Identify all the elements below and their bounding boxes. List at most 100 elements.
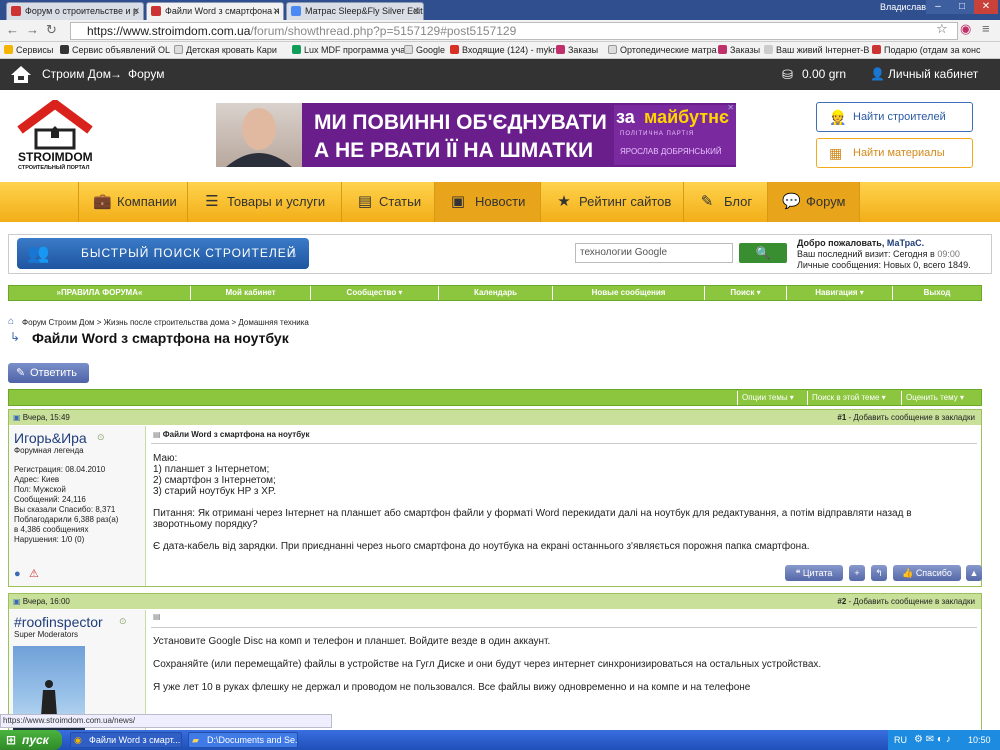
- forum-home-icon[interactable]: ⌂: [8, 316, 14, 327]
- quick-reply-button[interactable]: ↰: [871, 565, 887, 581]
- nav-rating[interactable]: ★ Рейтинг сайтов: [541, 182, 684, 222]
- post-paragraph: Сохраняйте (или перемещайте) файлы в уст…: [153, 659, 822, 670]
- reply-button[interactable]: ✎ Ответить: [8, 363, 89, 383]
- reply-icon: ✎: [16, 367, 26, 379]
- bookmark-item[interactable]: Заказы: [718, 42, 760, 58]
- post-text: Маю: 1) планшет з Інтернетом; 2) смартфо…: [153, 453, 912, 552]
- list-icon: ☰: [205, 193, 219, 210]
- thread-options-menu[interactable]: Опции темы ▾: [737, 391, 794, 405]
- rate-thread-menu[interactable]: Оценить тему ▾: [901, 391, 964, 405]
- site-favicon-icon: [11, 6, 21, 16]
- balance[interactable]: 0.00 grn: [802, 59, 846, 90]
- extension-icon[interactable]: ◉: [960, 21, 971, 37]
- nav-forum[interactable]: 💬 Форум: [768, 182, 860, 222]
- post-body: ▤ Файли Word з смартфона на ноутбук Маю:…: [149, 426, 982, 586]
- banner-brand-name: майбутнє: [644, 107, 729, 127]
- tab-title: Файли Word з смартфона н: [165, 6, 280, 16]
- logout-link[interactable]: Выход: [893, 286, 981, 300]
- calendar-link[interactable]: Календарь: [439, 286, 553, 300]
- clock[interactable]: 10:50: [968, 730, 991, 750]
- tray-icons[interactable]: ⚙ ✉ ◐ ♪: [914, 730, 951, 750]
- post-2: ▣ Вчера, 16:00 #2 - Добавить сообщение в…: [8, 593, 982, 734]
- bookmark-post-link[interactable]: Добавить сообщение в закладки: [853, 597, 975, 606]
- close-window-icon[interactable]: ✕: [974, 0, 998, 14]
- profile-icon[interactable]: ●: [14, 568, 21, 580]
- chrome-icon: ◉: [74, 735, 82, 745]
- close-tab-icon[interactable]: ✕: [412, 3, 420, 19]
- new-messages-link[interactable]: Новые сообщения: [553, 286, 705, 300]
- ad-close-icon[interactable]: ✕: [727, 103, 734, 112]
- forward-icon[interactable]: →: [26, 22, 39, 37]
- thanks-button[interactable]: 👍 Спасибо: [893, 565, 961, 581]
- browser-tab[interactable]: Матрас Sleep&Fly Silver Edit ✕: [286, 2, 424, 20]
- find-builders-button[interactable]: 👷 Найти строителей: [816, 102, 973, 132]
- breadcrumb-forum[interactable]: Форум: [128, 59, 164, 90]
- close-tab-icon[interactable]: ✕: [132, 3, 140, 19]
- cabinet-link[interactable]: Личный кабинет: [888, 59, 978, 90]
- nav-news[interactable]: ▣ Новости: [435, 182, 541, 222]
- start-button[interactable]: ⊞ пуск: [0, 730, 62, 750]
- welcome-user[interactable]: МаТраС.: [887, 238, 924, 248]
- bookmark-item[interactable]: Сервис объявлений OL: [60, 42, 170, 58]
- nav-goods[interactable]: ☰ Товары и услуги: [189, 182, 342, 222]
- bookmark-item[interactable]: Ваш живий Інтернет-В: [764, 42, 869, 58]
- taskbar-item-folder[interactable]: ▰ D:\Documents and Se...: [188, 732, 298, 748]
- browser-user-name[interactable]: Владислав: [880, 0, 926, 14]
- forum-rules-link[interactable]: »ПРАВИЛА ФОРУМА«: [9, 286, 191, 300]
- url-field[interactable]: https://www.stroimdom.com.ua/forum/showt…: [70, 22, 958, 40]
- search-thread-menu[interactable]: Поиск в этой теме ▾: [807, 391, 886, 405]
- private-messages[interactable]: Личные сообщения: Новых 0, всего 1849.: [797, 260, 971, 271]
- quote-button[interactable]: ❝ Цитата: [785, 565, 843, 581]
- bookmark-item[interactable]: Заказы: [556, 42, 598, 58]
- scroll-top-button[interactable]: ▲: [966, 565, 982, 581]
- user-title: Super Moderators: [14, 630, 79, 639]
- report-icon[interactable]: ⚠: [29, 567, 39, 580]
- bookmark-item[interactable]: Google: [404, 42, 445, 58]
- nav-companies[interactable]: 💼 Компании: [78, 182, 188, 222]
- breadcrumb[interactable]: Форум Строим Дом > Жизнь после строитель…: [22, 318, 309, 327]
- google-search-input[interactable]: технологии Google: [575, 243, 733, 263]
- browser-tab-active[interactable]: Файли Word з смартфона н ✕: [146, 2, 284, 20]
- username[interactable]: Игорь&Ира: [14, 430, 87, 446]
- community-menu[interactable]: Сообщество ▾: [311, 286, 439, 300]
- language-indicator[interactable]: RU: [894, 730, 907, 750]
- home-logo-icon[interactable]: [10, 65, 32, 84]
- find-materials-button[interactable]: ▦ Найти материалы: [816, 138, 973, 168]
- multiquote-button[interactable]: +: [849, 565, 865, 581]
- thread-icon: ↳: [10, 330, 21, 344]
- post-permalink[interactable]: #2: [837, 597, 846, 606]
- builder-icon: 👷: [829, 109, 847, 125]
- back-icon[interactable]: ←: [6, 22, 19, 37]
- address-bar: ← → ↻ https://www.stroimdom.com.ua/forum…: [0, 20, 1000, 42]
- bookmark-item[interactable]: Сервисы: [4, 42, 53, 58]
- menu-icon[interactable]: ≡: [982, 21, 990, 36]
- banner-brand: за майбутнє ПОЛІТИЧНА ПАРТІЯ ЯРОСЛАВ ДОБ…: [614, 105, 736, 165]
- stroimdom-logo[interactable]: STROIMDOM СТРОИТЕЛЬНЫЙ ПОРТАЛ: [14, 98, 96, 174]
- bookmark-post-link[interactable]: Добавить сообщение в закладки: [853, 413, 975, 422]
- username[interactable]: #roofinspector: [14, 614, 103, 630]
- post-permalink[interactable]: #1: [837, 413, 846, 422]
- quick-search-builders-button[interactable]: 👥 БЫСТРЫЙ ПОИСК СТРОИТЕЛЕЙ ☝: [17, 238, 309, 269]
- nav-articles[interactable]: ▤ Статьи: [342, 182, 435, 222]
- search-panel: 👥 БЫСТРЫЙ ПОИСК СТРОИТЕЛЕЙ ☝ технологии …: [8, 234, 992, 274]
- breadcrumb-home[interactable]: Строим Дом: [42, 59, 111, 90]
- bookmark-item[interactable]: Входящие (124) - mykr: [450, 42, 556, 58]
- search-menu[interactable]: Поиск ▾: [705, 286, 787, 300]
- google-favicon-icon: [291, 6, 301, 16]
- browser-tab[interactable]: Форум о строительстве и р ✕: [6, 2, 144, 20]
- close-tab-icon[interactable]: ✕: [272, 3, 280, 19]
- nav-blog[interactable]: ✎ Блог: [684, 182, 768, 222]
- my-cabinet-link[interactable]: Мой кабинет: [191, 286, 311, 300]
- reload-icon[interactable]: ↻: [46, 22, 57, 38]
- bookmark-item[interactable]: Детская кровать Кари: [174, 42, 277, 58]
- ad-banner[interactable]: МИ ПОВИННІ ОБ'ЄДНУВАТИ КРАЇНУ, А НЕ РВАТ…: [216, 103, 736, 167]
- bookmark-item[interactable]: Подарю (отдам за конс: [872, 42, 981, 58]
- maximize-icon[interactable]: □: [950, 0, 974, 14]
- taskbar-item-browser[interactable]: ◉ Файли Word з смарт...: [70, 732, 182, 748]
- search-button[interactable]: 🔍: [739, 243, 787, 263]
- bookmark-item[interactable]: Lux MDF программа уча: [292, 42, 405, 58]
- minimize-icon[interactable]: –: [926, 0, 950, 14]
- navigation-menu[interactable]: Навигация ▾: [787, 286, 893, 300]
- bookmark-item[interactable]: Ортопедические матра: [608, 42, 717, 58]
- bookmark-star-icon[interactable]: ☆: [936, 21, 948, 37]
